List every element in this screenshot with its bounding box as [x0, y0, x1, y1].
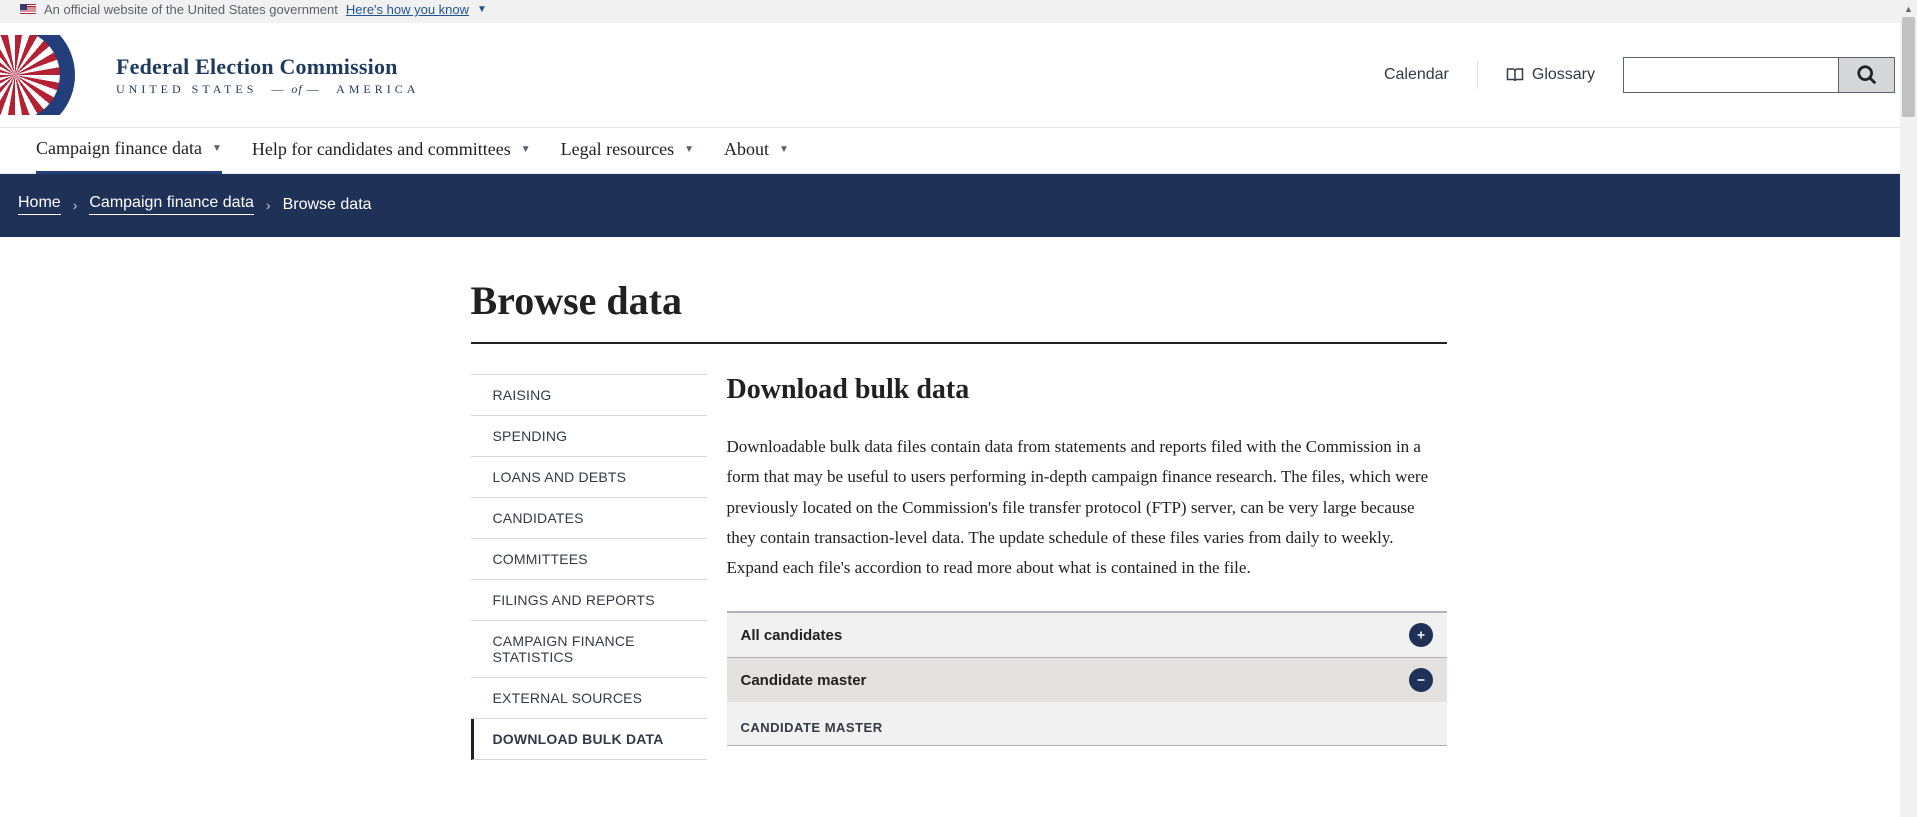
content-row: RAISINGSPENDINGLOANS AND DEBTSCANDIDATES… — [471, 374, 1447, 760]
breadcrumb-sep: › — [266, 197, 271, 213]
brand-title: Federal Election Commission — [116, 54, 419, 80]
chevron-down-icon: ▼ — [779, 144, 789, 155]
gov-banner: An official website of the United States… — [0, 0, 1917, 23]
brand-sub-of: of — [291, 82, 302, 96]
sidebar-item[interactable]: LOANS AND DEBTS — [471, 457, 707, 498]
breadcrumb: Home › Campaign finance data › Browse da… — [0, 174, 1917, 237]
header-divider — [1477, 61, 1478, 89]
book-icon — [1506, 66, 1524, 84]
accordion-body: CANDIDATE MASTER — [727, 702, 1447, 745]
accordion: All candidates Candidate master CANDIDATE … — [727, 611, 1447, 746]
glossary-label: Glossary — [1532, 66, 1595, 84]
search-input[interactable] — [1623, 57, 1839, 93]
section-heading: Download bulk data — [727, 374, 1447, 406]
sidebar-item[interactable]: CAMPAIGN FINANCE STATISTICS — [471, 621, 707, 678]
nav-item[interactable]: About ▼ — [724, 128, 789, 173]
main-column: Download bulk data Downloadable bulk dat… — [727, 374, 1447, 760]
sidebar-item[interactable]: EXTERNAL SOURCES — [471, 678, 707, 719]
calendar-link[interactable]: Calendar — [1384, 66, 1449, 84]
page-title: Browse data — [471, 277, 1447, 344]
breadcrumb-parent[interactable]: Campaign finance data — [89, 194, 254, 215]
us-flag-icon — [20, 4, 36, 15]
gov-banner-text: An official website of the United States… — [44, 2, 338, 17]
brand-block[interactable]: Federal Election Commission UNITED STATE… — [116, 54, 419, 97]
search-icon — [1856, 64, 1878, 86]
brand-sub-prefix: UNITED STATES — [116, 82, 257, 96]
nav-item-label: Campaign finance data — [36, 138, 202, 159]
sidebar-item[interactable]: DOWNLOAD BULK DATA — [471, 719, 707, 760]
breadcrumb-sep: › — [73, 197, 78, 213]
accordion-header[interactable]: All candidates — [727, 613, 1447, 657]
sidebar: RAISINGSPENDINGLOANS AND DEBTSCANDIDATES… — [471, 374, 707, 760]
accordion-body-heading: CANDIDATE MASTER — [741, 720, 1433, 735]
nav-item[interactable]: Legal resources ▼ — [561, 128, 694, 173]
sidebar-list: RAISINGSPENDINGLOANS AND DEBTSCANDIDATES… — [471, 374, 707, 760]
sidebar-item[interactable]: CANDIDATES — [471, 498, 707, 539]
glossary-link[interactable]: Glossary — [1506, 66, 1595, 84]
minus-icon — [1409, 668, 1433, 692]
accordion-title: All candidates — [741, 627, 843, 644]
plus-icon — [1409, 623, 1433, 647]
chevron-down-icon: ▼ — [212, 143, 222, 154]
nav-item[interactable]: Help for candidates and committees ▼ — [252, 128, 531, 173]
accordion-header[interactable]: Candidate master — [727, 658, 1447, 702]
main-nav: Campaign finance data▼Help for candidate… — [0, 128, 1917, 174]
search-button[interactable] — [1839, 57, 1895, 93]
page-wrap: Browse data RAISINGSPENDINGLOANS AND DEB… — [471, 237, 1447, 760]
sidebar-item[interactable]: FILINGS AND REPORTS — [471, 580, 707, 621]
nav-item-label: Help for candidates and committees — [252, 139, 511, 160]
search-form — [1623, 57, 1895, 93]
brand-sub-suffix: AMERICA — [336, 82, 419, 96]
accordion-item: All candidates — [727, 613, 1447, 658]
accordion-item: Candidate master CANDIDATE MASTER — [727, 658, 1447, 746]
nav-item[interactable]: Campaign finance data ▼ — [36, 128, 222, 174]
brand-subtitle: UNITED STATES —of— AMERICA — [116, 82, 419, 97]
chevron-down-icon: ▼ — [684, 144, 694, 155]
sidebar-item[interactable]: COMMITTEES — [471, 539, 707, 580]
scroll-up-button[interactable]: ▲ — [1900, 0, 1917, 17]
scrollbar[interactable]: ▲ — [1900, 0, 1917, 817]
sidebar-item[interactable]: RAISING — [471, 375, 707, 416]
section-body: Downloadable bulk data files contain dat… — [727, 432, 1447, 583]
site-header: Federal Election Commission UNITED STATE… — [0, 23, 1917, 128]
nav-item-label: About — [724, 139, 769, 160]
nav-item-label: Legal resources — [561, 139, 674, 160]
fec-seal[interactable] — [0, 35, 100, 115]
header-right: Calendar Glossary — [1384, 57, 1917, 93]
breadcrumb-current: Browse data — [283, 196, 372, 214]
accordion-title: Candidate master — [741, 672, 867, 689]
breadcrumb-home[interactable]: Home — [18, 194, 61, 215]
scroll-thumb[interactable] — [1902, 17, 1915, 117]
chevron-down-icon: ▼ — [477, 4, 487, 15]
chevron-down-icon: ▼ — [521, 144, 531, 155]
gov-banner-link[interactable]: Here's how you know — [346, 2, 469, 17]
sidebar-item[interactable]: SPENDING — [471, 416, 707, 457]
